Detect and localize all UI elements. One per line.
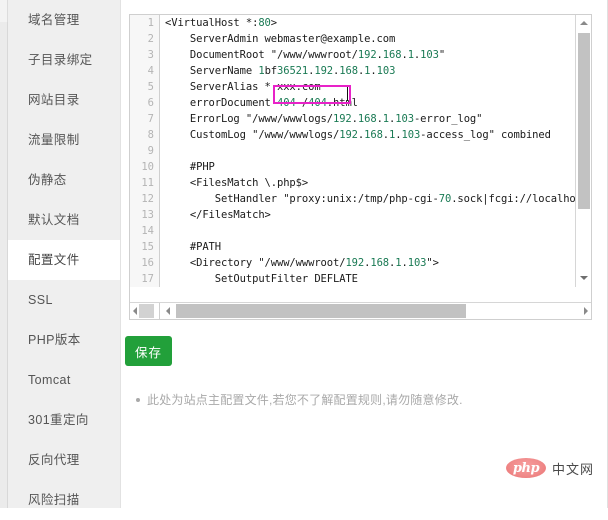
sidebar-item-0[interactable]: 域名管理 bbox=[8, 0, 120, 40]
chevron-left-icon bbox=[166, 307, 170, 315]
sidebar-item-label: 网站目录 bbox=[28, 93, 80, 107]
gutter-horizontal-scroll-thumb[interactable] bbox=[139, 304, 154, 318]
sidebar-item-11[interactable]: 反向代理 bbox=[8, 440, 120, 480]
editor-inner: 123456789101112131415161718 <VirtualHost… bbox=[130, 15, 591, 319]
sidebar-item-8[interactable]: PHP版本 bbox=[8, 320, 120, 360]
code-lines: <VirtualHost *:80> ServerAdmin webmaster… bbox=[161, 15, 575, 287]
code-line: DocumentRoot "/www/wwwroot/192.168.1.103… bbox=[165, 49, 446, 61]
line-number: 3 bbox=[147, 49, 154, 61]
config-warning-note: 此处为站点主配置文件,若您不了解配置规则,请勿随意修改. bbox=[147, 393, 463, 407]
code-line: <FilesMatch \.php$> bbox=[165, 177, 309, 189]
line-number: 6 bbox=[147, 97, 154, 109]
line-number: 13 bbox=[141, 209, 154, 221]
sidebar-item-label: 风险扫描 bbox=[28, 493, 80, 507]
sidebar-item-label: PHP版本 bbox=[28, 333, 81, 347]
watermark-site-label: 中文网 bbox=[551, 461, 594, 477]
editor-vertical-scrollbar[interactable] bbox=[575, 15, 591, 287]
gutter-scroll-left-button[interactable] bbox=[130, 303, 139, 319]
chevron-left-icon bbox=[132, 307, 137, 315]
sidebar-item-10[interactable]: 301重定向 bbox=[8, 400, 120, 440]
code-line: SetOutputFilter DEFLATE bbox=[165, 273, 358, 285]
sidebar-item-label: 配置文件 bbox=[28, 253, 80, 267]
sidebar-item-label: 反向代理 bbox=[28, 453, 80, 467]
line-number: 8 bbox=[147, 129, 154, 141]
server-alias-highlight-box bbox=[273, 85, 351, 104]
sidebar-item-3[interactable]: 流量限制 bbox=[8, 120, 120, 160]
line-number: 16 bbox=[141, 257, 154, 269]
code-line: </FilesMatch> bbox=[165, 209, 271, 221]
scroll-down-button[interactable] bbox=[576, 270, 591, 286]
code-scroll-right-button[interactable] bbox=[579, 303, 591, 319]
php-logo-icon: php bbox=[505, 458, 546, 478]
sidebar-item-5[interactable]: 默认文档 bbox=[8, 200, 120, 240]
watermark: php 中文网 bbox=[505, 458, 594, 478]
sidebar-item-4[interactable]: 伪静态 bbox=[8, 160, 120, 200]
content-panel: 123456789101112131415161718 <VirtualHost… bbox=[121, 0, 608, 508]
sidebar-item-label: 伪静态 bbox=[28, 173, 67, 187]
code-line: ErrorLog "/www/wwwlogs/192.168.1.103-err… bbox=[165, 113, 483, 125]
line-number: 11 bbox=[141, 177, 154, 189]
line-number: 2 bbox=[147, 33, 154, 45]
sidebar-item-2[interactable]: 网站目录 bbox=[8, 80, 120, 120]
code-line: <Directory "/www/wwwroot/192.168.1.103"> bbox=[165, 257, 439, 269]
gutter-horizontal-scrollbar[interactable] bbox=[130, 303, 160, 319]
code-horizontal-scrollbar[interactable] bbox=[161, 303, 591, 319]
sidebar-item-label: SSL bbox=[28, 293, 53, 307]
line-number: 9 bbox=[147, 145, 154, 157]
line-number: 4 bbox=[147, 65, 154, 77]
sidebar-item-9[interactable]: Tomcat bbox=[8, 360, 120, 400]
sidebar-item-label: 域名管理 bbox=[28, 13, 80, 27]
text-caret bbox=[347, 87, 348, 101]
scroll-up-button[interactable] bbox=[576, 15, 591, 31]
config-file-editor[interactable]: 123456789101112131415161718 <VirtualHost… bbox=[129, 14, 592, 320]
sidebar-item-label: 子目录绑定 bbox=[28, 53, 93, 67]
sidebar-item-label: Tomcat bbox=[28, 373, 71, 387]
note-bullet-icon bbox=[136, 398, 140, 402]
code-line: CustomLog "/www/wwwlogs/192.168.1.103-ac… bbox=[165, 129, 551, 141]
vertical-scroll-thumb[interactable] bbox=[578, 33, 590, 209]
code-area[interactable]: <VirtualHost *:80> ServerAdmin webmaster… bbox=[161, 15, 575, 287]
code-line: #PATH bbox=[165, 241, 221, 253]
code-line: errorDocument 404 /404.html bbox=[165, 97, 358, 109]
window-left-strip-top bbox=[0, 0, 8, 22]
code-line: ServerAdmin webmaster@example.com bbox=[165, 33, 396, 45]
window-left-strip-bottom bbox=[0, 22, 8, 508]
sidebar-item-label: 301重定向 bbox=[28, 413, 89, 427]
window-left-strip bbox=[0, 0, 8, 508]
line-number: 5 bbox=[147, 81, 154, 93]
code-line: <VirtualHost *:80> bbox=[165, 17, 278, 29]
sidebar: 域名管理子目录绑定网站目录流量限制伪静态默认文档配置文件 SSL PHP版本 Tomc… bbox=[8, 0, 121, 508]
line-number: 12 bbox=[141, 193, 154, 205]
line-number: 17 bbox=[141, 273, 154, 285]
line-number: 10 bbox=[141, 161, 154, 173]
line-number: 7 bbox=[147, 113, 154, 125]
sidebar-item-12[interactable]: 风险扫描 bbox=[8, 480, 120, 520]
code-line: ServerAlias *.xxx.com bbox=[165, 81, 321, 93]
save-button[interactable]: 保存 bbox=[125, 336, 172, 366]
chevron-right-icon bbox=[584, 307, 588, 315]
sidebar-item-label: 流量限制 bbox=[28, 133, 80, 147]
sidebar-item-label: 默认文档 bbox=[28, 213, 80, 227]
line-number: 15 bbox=[141, 241, 154, 253]
line-number-gutter: 123456789101112131415161718 bbox=[130, 15, 160, 287]
code-line: #PHP bbox=[165, 161, 215, 173]
line-number: 14 bbox=[141, 225, 154, 237]
line-number: 1 bbox=[147, 17, 154, 29]
chevron-up-icon bbox=[579, 21, 588, 25]
chevron-down-icon bbox=[579, 276, 588, 280]
code-horizontal-scroll-thumb[interactable] bbox=[176, 304, 466, 318]
code-scroll-left-button[interactable] bbox=[161, 303, 175, 319]
sidebar-item-6[interactable]: 配置文件 bbox=[8, 240, 120, 280]
code-line: SetHandler "proxy:unix:/tmp/php-cgi-70.s… bbox=[165, 193, 575, 205]
sidebar-item-1[interactable]: 子目录绑定 bbox=[8, 40, 120, 80]
editor-horizontal-scroll-row bbox=[130, 302, 591, 319]
sidebar-item-7[interactable]: SSL bbox=[8, 280, 120, 320]
code-line: ServerName 1bf36521.192.168.1.103 bbox=[165, 65, 396, 77]
